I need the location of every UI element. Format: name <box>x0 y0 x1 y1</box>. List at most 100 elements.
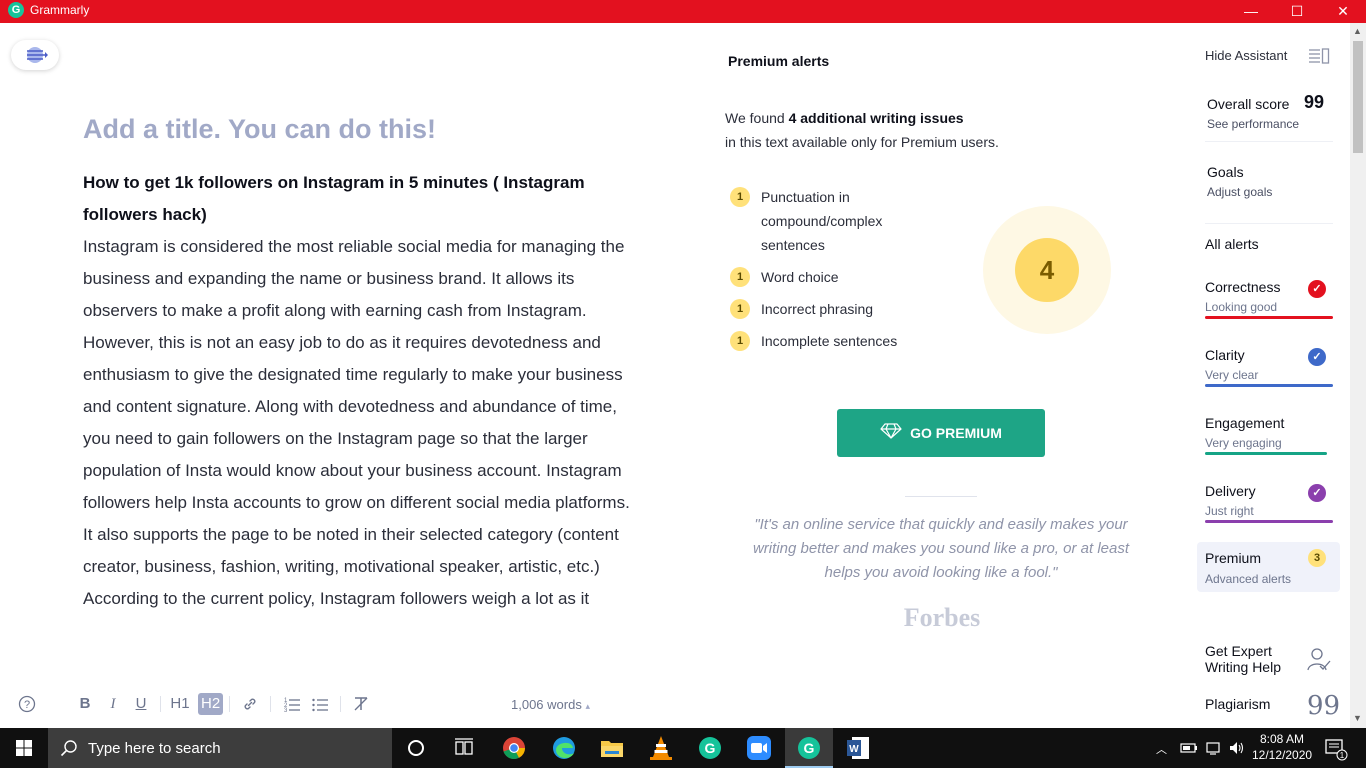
svg-text:3: 3 <box>284 708 288 713</box>
notification-icon: 1 <box>1325 739 1348 761</box>
start-button[interactable] <box>0 728 48 768</box>
taskbar-clock[interactable]: 8:08 AM 12/12/2020 <box>1252 731 1312 763</box>
category-premium[interactable]: Premium Advanced alerts 3 <box>1197 542 1340 592</box>
category-name: Premium <box>1205 550 1262 566</box>
clock-time: 8:08 AM <box>1259 732 1305 746</box>
category-status: Looking good <box>1205 300 1278 314</box>
folder-icon <box>601 741 623 757</box>
document-paragraph: According to the current policy, Instagr… <box>83 589 590 608</box>
chrome-taskbar-app[interactable] <box>490 728 538 768</box>
vlc-taskbar-app[interactable] <box>637 728 685 768</box>
grammarly-active-taskbar-app[interactable]: G <box>785 728 833 768</box>
category-correctness[interactable]: Correctness Looking good ✓ <box>1205 279 1333 337</box>
premium-issue-item: 1 Punctuation in compound/complex senten… <box>730 185 930 257</box>
hide-assistant-button[interactable]: Hide Assistant <box>1205 48 1287 63</box>
check-icon: ✓ <box>1308 348 1326 366</box>
issue-label: Word choice <box>761 269 839 285</box>
category-name: Clarity <box>1205 347 1245 363</box>
bullet-list-button[interactable] <box>310 693 330 715</box>
category-progress-bar <box>1205 520 1333 523</box>
ordered-list-button[interactable]: 1 2 3 <box>282 693 302 715</box>
category-clarity[interactable]: Clarity Very clear ✓ <box>1205 347 1333 405</box>
vertical-scrollbar[interactable]: ▲ ▼ <box>1350 23 1366 728</box>
bullet-list-icon <box>312 698 328 712</box>
clock-date: 12/12/2020 <box>1252 748 1313 762</box>
issue-label: Incorrect phrasing <box>761 301 874 317</box>
svg-text:G: G <box>705 740 716 756</box>
heading2-button[interactable]: H2 <box>198 693 224 715</box>
italic-button[interactable]: I <box>103 693 123 715</box>
category-status: Very clear <box>1205 368 1259 382</box>
volume-icon[interactable] <box>1228 740 1246 756</box>
bold-button[interactable]: B <box>75 693 95 715</box>
edge-taskbar-app[interactable] <box>540 728 588 768</box>
file-explorer-taskbar-app[interactable] <box>588 728 636 768</box>
go-premium-button[interactable]: GO PREMIUM <box>837 409 1045 457</box>
minimize-button[interactable]: — <box>1228 0 1274 23</box>
zoom-taskbar-app[interactable] <box>735 728 783 768</box>
help-icon[interactable]: ? <box>18 695 36 713</box>
adjust-goals-link[interactable]: Adjust goals <box>1207 185 1272 199</box>
premium-issue-item: 1 Word choice <box>730 265 930 289</box>
toolbar-divider <box>160 696 161 712</box>
document-title-input[interactable]: Add a title. You can do this! <box>83 114 436 145</box>
diamond-icon <box>880 410 902 458</box>
document-paragraph: Instagram is considered the most reliabl… <box>83 237 630 576</box>
notifications-button[interactable]: 1 <box>1322 728 1352 768</box>
expert-person-icon[interactable] <box>1306 646 1332 672</box>
window-title: Grammarly <box>30 3 90 17</box>
link-button[interactable] <box>240 693 260 715</box>
svg-text:?: ? <box>24 699 30 711</box>
check-icon: ✓ <box>1308 280 1326 298</box>
issue-count-badge: 1 <box>730 267 750 287</box>
premium-summary: We found 4 additional writing issues in … <box>725 110 999 150</box>
task-view-icon <box>455 738 473 755</box>
ordered-list-icon: 1 2 3 <box>284 698 300 714</box>
scroll-down-arrow-icon[interactable]: ▼ <box>1353 713 1362 723</box>
word-count[interactable]: 1,006 words ▴ <box>511 697 590 712</box>
quote-marks-icon[interactable]: 99 <box>1307 693 1340 719</box>
zoom-icon <box>747 736 771 760</box>
issue-count-badge: 1 <box>730 331 750 351</box>
caret-up-icon: ▴ <box>585 701 590 711</box>
category-delivery[interactable]: Delivery Just right ✓ <box>1205 483 1333 541</box>
see-performance-link[interactable]: See performance <box>1207 117 1299 131</box>
cortana-button[interactable] <box>392 728 440 768</box>
word-taskbar-app[interactable]: W <box>834 728 882 768</box>
close-button[interactable]: ✕ <box>1320 0 1366 23</box>
sidebar-divider <box>1205 141 1333 142</box>
underline-button[interactable]: U <box>131 693 151 715</box>
category-progress-bar <box>1205 316 1333 319</box>
issue-label: Punctuation in compound/complex sentence… <box>761 189 883 253</box>
grammarly-icon: G <box>798 737 820 759</box>
clear-formatting-button[interactable] <box>351 693 371 715</box>
battery-icon[interactable] <box>1180 740 1198 756</box>
plagiarism-button[interactable]: Plagiarism <box>1205 696 1270 712</box>
panel-toggle-icon[interactable] <box>1308 48 1330 64</box>
divider <box>905 496 977 497</box>
expert-writing-help-button[interactable]: Get Expert Writing Help <box>1205 643 1305 675</box>
menu-icon <box>27 47 48 63</box>
menu-button[interactable] <box>11 40 59 70</box>
toolbar-divider <box>270 696 271 712</box>
heading1-button[interactable]: H1 <box>170 693 190 715</box>
task-view-button[interactable] <box>440 728 488 768</box>
network-icon[interactable] <box>1204 740 1222 756</box>
forbes-logo: Forbes <box>903 603 981 632</box>
goals-label: Goals <box>1207 164 1244 180</box>
scrollbar-thumb[interactable] <box>1353 41 1363 153</box>
maximize-button[interactable]: ☐ <box>1274 0 1320 23</box>
grammarly-taskbar-app[interactable]: G <box>686 728 734 768</box>
all-alerts-filter[interactable]: All alerts <box>1205 236 1259 252</box>
show-hidden-icons-chevron-icon[interactable]: ︿ <box>1156 741 1167 781</box>
svg-text:1: 1 <box>1340 751 1345 760</box>
document-body[interactable]: How to get 1k followers on Instagram in … <box>83 167 643 680</box>
grammarly-icon: G <box>699 737 721 759</box>
category-status: Very engaging <box>1205 436 1282 450</box>
taskbar-search-box[interactable]: Type here to search <box>48 728 392 768</box>
category-status: Just right <box>1205 504 1254 518</box>
category-engagement[interactable]: Engagement Very engaging <box>1205 415 1333 473</box>
category-name: Correctness <box>1205 279 1281 295</box>
toolbar-divider <box>340 696 341 712</box>
scroll-up-arrow-icon[interactable]: ▲ <box>1353 26 1362 36</box>
